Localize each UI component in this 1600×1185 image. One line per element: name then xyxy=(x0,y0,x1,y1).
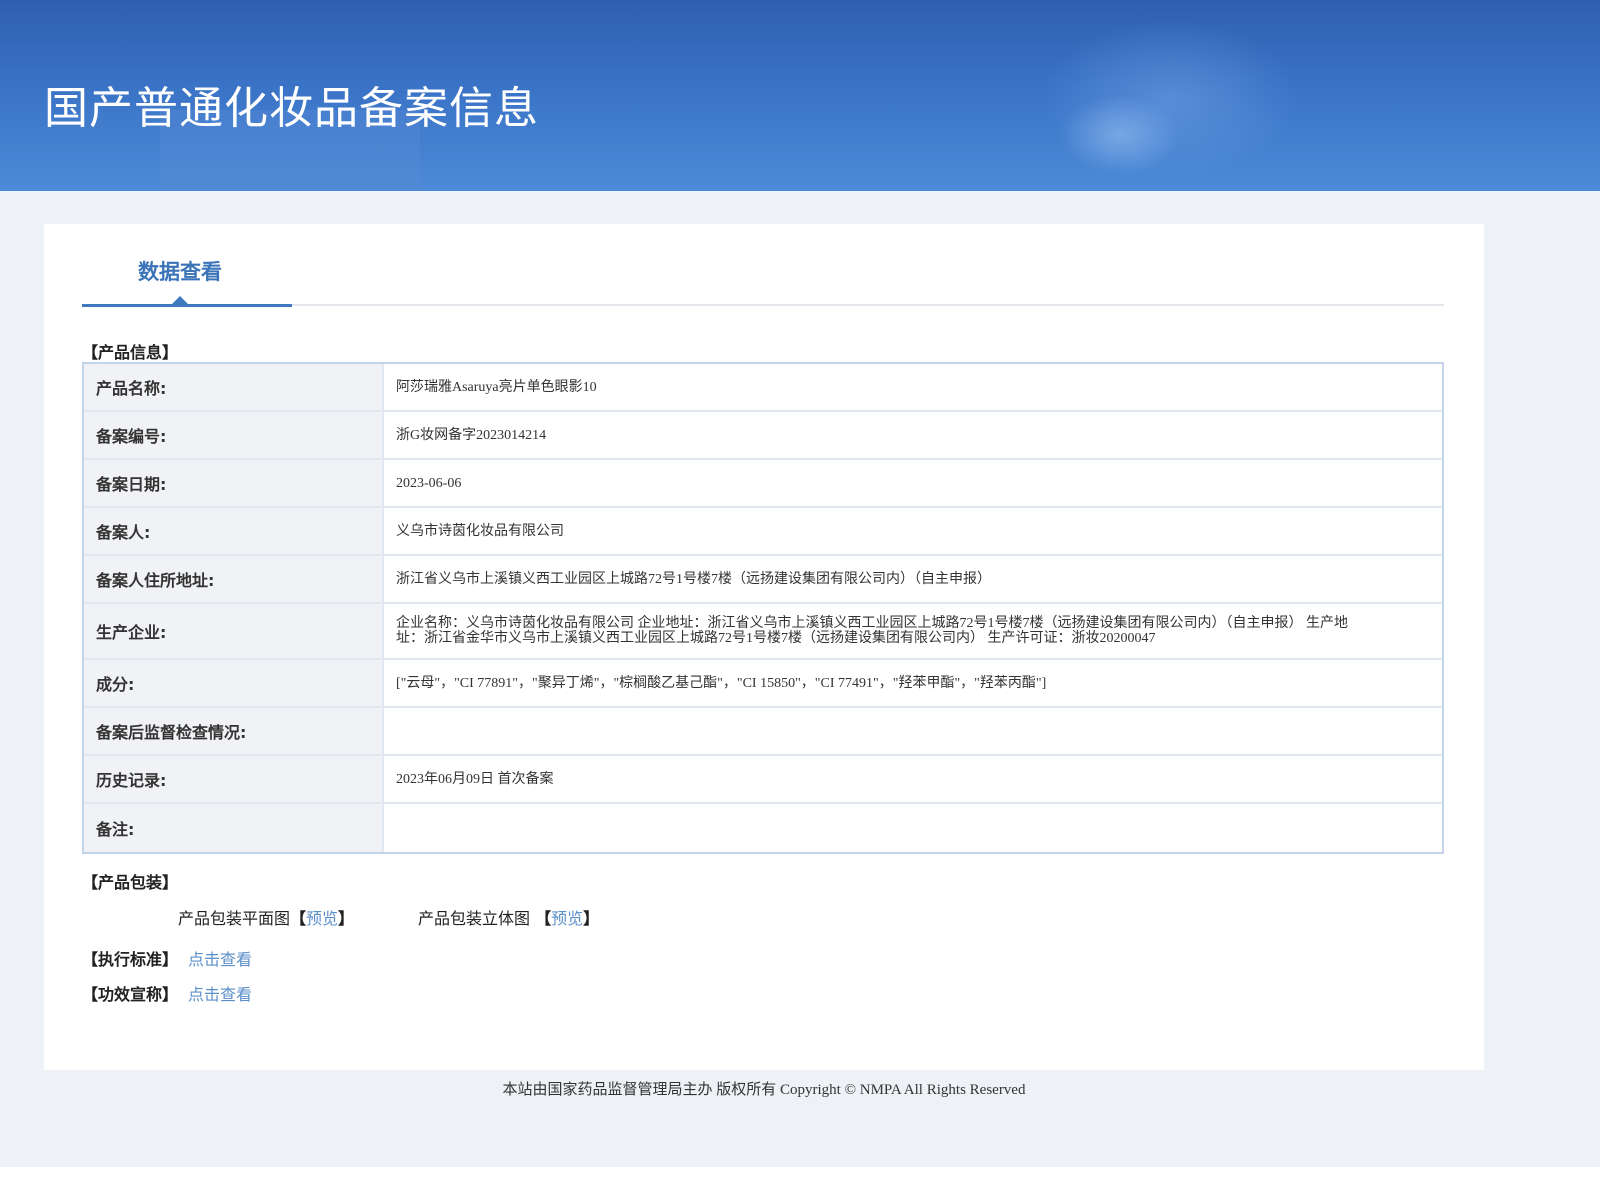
footer-copyright: 本站由国家药品监督管理局主办 版权所有 Copyright © NMPA All… xyxy=(502,1082,1026,1098)
packaging-heading: 【产品包装】 xyxy=(82,873,179,892)
table-row: 历史记录: 2023年06月09日 首次备案 xyxy=(84,756,1442,804)
row-label: 备案后监督检查情况: xyxy=(84,708,384,754)
packaging-flat-label: 产品包装平面图 xyxy=(178,909,291,928)
bracket-close: 】 xyxy=(583,909,600,928)
row-value: 企业名称：义乌市诗茵化妆品有限公司 企业地址：浙江省义乌市上溪镇义西工业园区上城… xyxy=(396,616,1348,646)
row-value: 浙G妆网备字2023014214 xyxy=(396,427,547,443)
row-value: 浙江省义乌市上溪镇义西工业园区上城路72号1号楼7楼（远扬建设集团有限公司内）（… xyxy=(396,571,991,587)
packaging-solid-item: 产品包装立体图 【预览】 xyxy=(418,905,599,929)
packaging-flat-item: 产品包装平面图【预览】 xyxy=(178,905,354,929)
table-row: 成分: ["云母"，"CI 77891"，"聚异丁烯"，"棕榈酸乙基己酯"，"C… xyxy=(84,660,1442,708)
content-card: 数据查看 【产品信息】 产品名称: 阿莎瑞雅Asaruya亮片单色眼影10 备案… xyxy=(44,224,1484,1070)
table-row: 生产企业: 企业名称：义乌市诗茵化妆品有限公司 企业地址：浙江省义乌市上溪镇义西… xyxy=(84,604,1442,660)
header-banner: 国产普通化妆品备案信息 xyxy=(0,0,1600,191)
row-value: 2023-06-06 xyxy=(396,475,462,491)
row-value xyxy=(384,804,1442,852)
standard-row: 【执行标准】 点击查看 xyxy=(82,946,252,970)
row-label: 备案人: xyxy=(84,508,384,554)
packaging-solid-label: 产品包装立体图 xyxy=(418,909,536,928)
page-title: 国产普通化妆品备案信息 xyxy=(44,83,539,134)
bracket-open: 【 xyxy=(535,909,552,928)
efficacy-heading: 【功效宣称】 xyxy=(82,985,179,1004)
table-row: 备案人住所地址: 浙江省义乌市上溪镇义西工业园区上城路72号1号楼7楼（远扬建设… xyxy=(84,556,1442,604)
row-value: 义乌市诗茵化妆品有限公司 xyxy=(396,523,564,539)
bracket-open: 【 xyxy=(290,909,307,928)
table-row: 备案人: 义乌市诗茵化妆品有限公司 xyxy=(84,508,1442,556)
row-value: ["云母"，"CI 77891"，"聚异丁烯"，"棕榈酸乙基己酯"，"CI 15… xyxy=(396,675,1047,691)
row-value xyxy=(384,708,1442,754)
row-label: 生产企业: xyxy=(84,604,384,658)
banner-glow-small xyxy=(1060,95,1180,175)
table-row: 备案编号: 浙G妆网备字2023014214 xyxy=(84,412,1442,460)
row-value: 2023年06月09日 首次备案 xyxy=(396,771,554,787)
solid-preview-link[interactable]: 预览 xyxy=(551,909,583,928)
tab-data-view[interactable]: 数据查看 xyxy=(138,256,222,286)
tab-active-indicator xyxy=(82,304,292,307)
tab-caret-icon xyxy=(172,296,188,304)
row-label: 备案人住所地址: xyxy=(84,556,384,602)
row-label: 备案编号: xyxy=(84,412,384,458)
flat-preview-link[interactable]: 预览 xyxy=(306,909,338,928)
table-row: 备案后监督检查情况: xyxy=(84,708,1442,756)
row-label: 成分: xyxy=(84,660,384,706)
bracket-close: 】 xyxy=(338,909,355,928)
standard-heading: 【执行标准】 xyxy=(82,950,179,969)
efficacy-row: 【功效宣称】 点击查看 xyxy=(82,981,252,1005)
product-info-heading: 【产品信息】 xyxy=(82,343,179,362)
table-row: 备注: xyxy=(84,804,1442,852)
product-info-table: 产品名称: 阿莎瑞雅Asaruya亮片单色眼影10 备案编号: 浙G妆网备字20… xyxy=(82,362,1444,854)
row-label: 产品名称: xyxy=(84,364,384,410)
table-row: 产品名称: 阿莎瑞雅Asaruya亮片单色眼影10 xyxy=(84,364,1442,412)
row-label: 历史记录: xyxy=(84,756,384,802)
row-label: 备注: xyxy=(84,804,384,852)
table-row: 备案日期: 2023-06-06 xyxy=(84,460,1442,508)
row-value: 阿莎瑞雅Asaruya亮片单色眼影10 xyxy=(396,379,597,395)
efficacy-view-link[interactable]: 点击查看 xyxy=(188,985,252,1004)
standard-view-link[interactable]: 点击查看 xyxy=(188,950,252,969)
row-label: 备案日期: xyxy=(84,460,384,506)
